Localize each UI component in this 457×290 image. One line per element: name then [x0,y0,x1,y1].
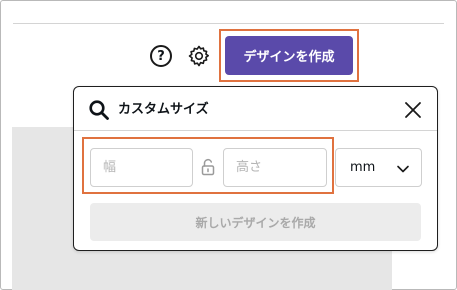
unit-select[interactable]: mm [335,148,422,187]
header-divider [13,23,444,24]
popup-title: カスタムサイズ [118,102,209,117]
help-icon[interactable]: ? [150,45,172,67]
create-design-button[interactable]: デザインを作成 [225,36,353,75]
chevron-down-icon [397,165,409,173]
width-input[interactable] [90,148,193,187]
close-icon[interactable] [404,101,422,119]
gear-icon[interactable] [187,44,211,68]
popup-divider [74,130,437,131]
search-icon [89,100,109,120]
create-new-design-button[interactable]: 新しいデザインを作成 [90,203,421,241]
height-input[interactable] [223,148,327,187]
custom-size-popup: カスタムサイズ mm 新しいデザインを作成 [73,86,438,251]
unlocked-padlock-icon[interactable] [201,158,215,176]
app-frame: ? デザインを作成 カスタムサイズ mm 新しい [0,0,457,290]
unit-value: mm [350,160,376,175]
